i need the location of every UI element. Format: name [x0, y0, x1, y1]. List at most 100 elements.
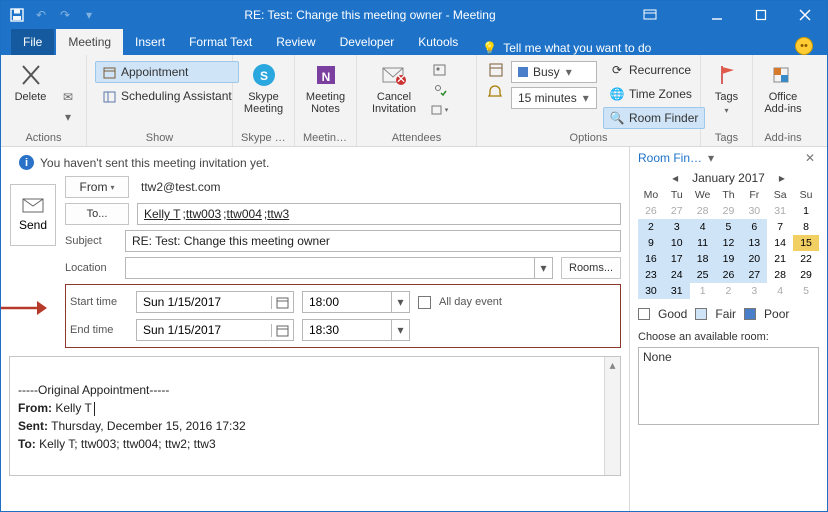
start-date-field[interactable]: Sun 1/15/2017	[136, 291, 294, 313]
feedback-smiley-icon[interactable]: ••	[795, 37, 813, 55]
pane-close-icon[interactable]: ✕	[801, 151, 819, 165]
tab-kutools[interactable]: Kutools	[406, 29, 470, 55]
pane-menu-icon[interactable]: ▾	[708, 151, 722, 165]
calendar-day[interactable]: 19	[716, 251, 742, 267]
tab-review[interactable]: Review	[264, 29, 327, 55]
minimize-button[interactable]	[695, 1, 739, 29]
subject-field[interactable]: RE: Test: Change this meeting owner	[125, 230, 621, 252]
calendar-day[interactable]: 26	[638, 203, 664, 219]
scroll-up-icon[interactable]: ▴	[605, 357, 620, 373]
calendar-day[interactable]: 16	[638, 251, 664, 267]
forward-icon[interactable]: ✉	[58, 88, 78, 106]
calendar-day[interactable]: 23	[638, 267, 664, 283]
recipient[interactable]: ttw003	[186, 207, 221, 221]
calendar-day[interactable]: 1	[793, 203, 819, 219]
calendar-day[interactable]: 24	[664, 267, 690, 283]
from-button[interactable]: From ▾	[65, 176, 129, 198]
calendar-icon[interactable]	[271, 324, 293, 337]
close-button[interactable]	[783, 1, 827, 29]
tab-developer[interactable]: Developer	[328, 29, 407, 55]
tags-button[interactable]: Tags ▾	[709, 59, 744, 130]
office-addins-button[interactable]: Office Add-ins	[761, 59, 805, 130]
chevron-down-icon[interactable]: ▾	[391, 292, 409, 312]
calendar-day[interactable]: 1	[690, 283, 716, 299]
calendar-day[interactable]: 14	[767, 235, 793, 251]
calendar-day[interactable]: 2	[638, 219, 664, 235]
calendar-day[interactable]: 11	[690, 235, 716, 251]
chevron-down-icon[interactable]: ▾	[391, 320, 409, 340]
calendar-day[interactable]: 5	[716, 219, 742, 235]
timezones-button[interactable]: 🌐Time Zones	[603, 83, 705, 105]
calendar-day[interactable]: 29	[793, 267, 819, 283]
calendar-day[interactable]: 27	[741, 267, 767, 283]
allday-checkbox[interactable]	[418, 296, 431, 309]
save-icon[interactable]	[9, 7, 25, 23]
qat-dropdown-icon[interactable]: ▾	[81, 7, 97, 23]
tab-file[interactable]: File	[11, 29, 54, 55]
calendar-day[interactable]: 15	[793, 235, 819, 251]
tab-insert[interactable]: Insert	[123, 29, 177, 55]
calendar-day[interactable]: 28	[767, 267, 793, 283]
calendar-day[interactable]: 6	[741, 219, 767, 235]
recipient[interactable]: ttw3	[267, 207, 289, 221]
calendar-small-icon[interactable]: ▾	[58, 108, 78, 126]
calendar-day[interactable]: 29	[716, 203, 742, 219]
maximize-button[interactable]	[739, 1, 783, 29]
recipient[interactable]: ttw004	[227, 207, 262, 221]
calendar-day[interactable]: 30	[638, 283, 664, 299]
cancel-invitation-button[interactable]: ✕ Cancel Invitation	[365, 59, 423, 130]
calendar-day[interactable]: 9	[638, 235, 664, 251]
to-button[interactable]: To...	[65, 203, 129, 225]
calendar-day[interactable]: 21	[767, 251, 793, 267]
calendar-day[interactable]: 12	[716, 235, 742, 251]
address-book-icon[interactable]	[429, 61, 449, 79]
next-month-icon[interactable]: ▸	[775, 171, 789, 185]
send-button[interactable]: Send	[10, 184, 56, 246]
tab-format-text[interactable]: Format Text	[177, 29, 264, 55]
tell-me[interactable]: 💡 Tell me what you want to do	[472, 41, 661, 55]
meeting-notes-button[interactable]: N Meeting Notes	[303, 59, 348, 130]
calendar-day[interactable]: 3	[664, 219, 690, 235]
calendar-grid[interactable]: MoTuWeThFrSaSu26272829303112345678910111…	[630, 187, 827, 303]
end-date-field[interactable]: Sun 1/15/2017	[136, 319, 294, 341]
calendar-day[interactable]: 25	[690, 267, 716, 283]
calendar-day[interactable]: 13	[741, 235, 767, 251]
calendar-day[interactable]: 18	[690, 251, 716, 267]
calendar-day[interactable]: 3	[741, 283, 767, 299]
scheduling-assistant-button[interactable]: Scheduling Assistant	[95, 85, 239, 107]
room-list[interactable]: None	[638, 347, 819, 425]
roomfinder-button[interactable]: 🔍Room Finder	[603, 107, 705, 129]
location-field[interactable]: ▾	[125, 257, 553, 279]
recipient[interactable]: Kelly T	[144, 207, 180, 221]
chevron-down-icon[interactable]: ▾	[534, 258, 552, 278]
to-field[interactable]: Kelly T; ttw003; ttw004; ttw3	[137, 203, 621, 225]
calendar-day[interactable]: 2	[716, 283, 742, 299]
skype-meeting-button[interactable]: S Skype Meeting	[241, 59, 286, 130]
appointment-button[interactable]: Appointment	[95, 61, 239, 83]
calendar-day[interactable]: 7	[767, 219, 793, 235]
calendar-day[interactable]: 26	[716, 267, 742, 283]
calendar-day[interactable]: 10	[664, 235, 690, 251]
calendar-day[interactable]: 28	[690, 203, 716, 219]
check-names-icon[interactable]	[429, 81, 449, 99]
calendar-day[interactable]: 31	[767, 203, 793, 219]
calendar-day[interactable]: 8	[793, 219, 819, 235]
calendar-day[interactable]: 4	[767, 283, 793, 299]
end-time-field[interactable]: 18:30▾	[302, 319, 410, 341]
calendar-day[interactable]: 17	[664, 251, 690, 267]
delete-button[interactable]: Delete	[9, 59, 52, 130]
response-options-icon[interactable]: ▾	[429, 101, 449, 119]
ribbon-display-options-icon[interactable]	[635, 1, 665, 29]
scrollbar[interactable]: ▴	[604, 357, 620, 475]
reminder-combo[interactable]: 15 minutes▾	[511, 87, 597, 109]
calendar-day[interactable]: 22	[793, 251, 819, 267]
undo-icon[interactable]: ↶	[33, 7, 49, 23]
redo-icon[interactable]: ↷	[57, 7, 73, 23]
rooms-button[interactable]: Rooms...	[561, 257, 621, 279]
show-as-combo[interactable]: Busy▾	[511, 61, 597, 83]
tab-meeting[interactable]: Meeting	[56, 29, 123, 55]
prev-month-icon[interactable]: ◂	[668, 171, 682, 185]
calendar-icon[interactable]	[271, 296, 293, 309]
message-body[interactable]: ▴ -----Original Appointment----- From: K…	[9, 356, 621, 476]
recurrence-button[interactable]: ⟳Recurrence	[603, 59, 705, 81]
